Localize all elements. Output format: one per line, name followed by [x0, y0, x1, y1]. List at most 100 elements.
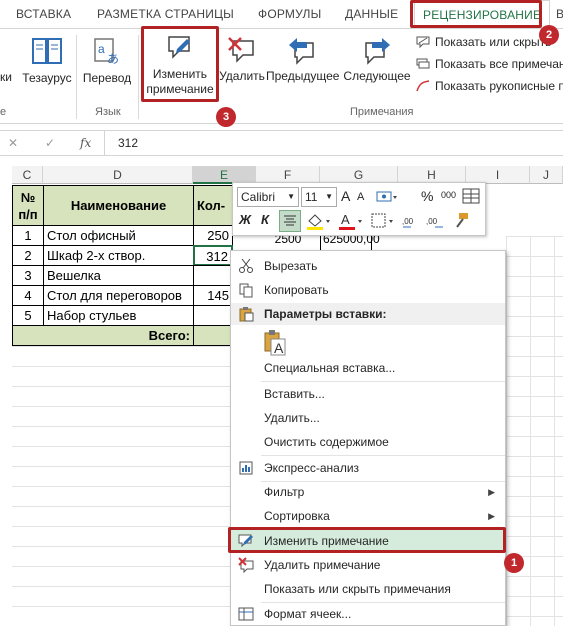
tab-view-cut[interactable]: В: [556, 7, 563, 21]
header-cell-num[interactable]: № п/п: [12, 185, 44, 226]
row-4-name[interactable]: Стол для переговоров: [43, 285, 194, 306]
formula-input[interactable]: 312: [118, 136, 138, 150]
table-format-icon[interactable]: [462, 188, 480, 204]
next-comment-button[interactable]: Следующее: [342, 35, 412, 83]
total-qty-cell[interactable]: [193, 325, 233, 346]
row-1-qty[interactable]: 250: [193, 225, 233, 246]
menu-item-filter[interactable]: Фильтр ▶: [231, 481, 505, 503]
row-3-num[interactable]: 3: [12, 265, 44, 286]
thousands-button[interactable]: 000: [441, 190, 456, 200]
menu-label: Специальная вставка...: [264, 361, 396, 375]
row-4-num[interactable]: 4: [12, 285, 44, 306]
translate-icon: a あ: [94, 38, 119, 66]
svg-text:,00: ,00: [402, 217, 414, 226]
increase-decimal-icon[interactable]: ,00: [401, 211, 421, 231]
menu-label: Показать или скрыть примечания: [264, 582, 451, 596]
row-2-name[interactable]: Шкаф 2-х створ.: [43, 245, 194, 266]
svg-text:,00: ,00: [426, 217, 438, 226]
enter-icon[interactable]: ✓: [45, 136, 55, 150]
tab-data[interactable]: ДАННЫЕ: [345, 7, 398, 21]
svg-text:A: A: [341, 212, 350, 227]
header-cell-qty[interactable]: Кол-: [193, 185, 233, 226]
italic-button[interactable]: К: [261, 212, 269, 227]
ribbon-panel: ки е Тезаурус a あ Перевод Язык Изменить …: [0, 28, 563, 124]
menu-item-delete-comment[interactable]: Удалить примечание: [231, 554, 505, 576]
row-1-num[interactable]: 1: [12, 225, 44, 246]
translate-button[interactable]: a あ Перевод: [82, 35, 132, 85]
grow-font-button[interactable]: A: [341, 188, 350, 204]
shrink-font-button[interactable]: A: [357, 191, 364, 203]
bold-button[interactable]: Ж: [239, 212, 251, 227]
row-3-qty[interactable]: [193, 265, 233, 286]
align-center-button[interactable]: [279, 210, 301, 232]
column-header-j[interactable]: J: [530, 166, 563, 184]
row-5-name[interactable]: Набор стульев: [43, 305, 194, 326]
menu-item-cut[interactable]: Вырезать: [231, 255, 505, 277]
fill-color-icon[interactable]: [305, 211, 333, 231]
menu-item-format-cells[interactable]: Формат ячеек...: [231, 603, 505, 625]
menu-item-insert[interactable]: Вставить...: [231, 383, 505, 405]
ribbon-cut-button-label[interactable]: ки: [0, 70, 12, 84]
cancel-icon[interactable]: ✕: [8, 136, 18, 150]
align-center-icon: [284, 215, 296, 226]
ribbon-cut-group-label: е: [0, 106, 7, 118]
callout-box-review-tab: [410, 0, 542, 28]
svg-text:a: a: [98, 42, 105, 56]
chevron-down-icon: ▼: [287, 192, 295, 201]
font-size-box[interactable]: 11 ▼: [301, 187, 337, 207]
callout-badge-3: 3: [216, 107, 236, 127]
callout-badge-2: 2: [539, 25, 559, 45]
menu-divider: [261, 381, 505, 382]
previous-comment-button[interactable]: Предыдущее: [266, 35, 339, 83]
row-3-name[interactable]: Вешелка: [43, 265, 194, 286]
menu-item-quick-analysis[interactable]: Экспресс-анализ: [231, 457, 505, 479]
fx-icon[interactable]: fx: [80, 136, 91, 150]
show-all-comments-command[interactable]: Показать все примечан: [416, 57, 563, 71]
font-color-icon[interactable]: A: [337, 211, 365, 231]
menu-label: Вставить...: [264, 387, 325, 401]
paste-values-icon[interactable]: A: [263, 329, 287, 357]
delete-comment-icon: [228, 37, 254, 63]
scissors-icon: [239, 258, 253, 273]
column-header-c[interactable]: C: [12, 166, 43, 184]
tab-page-layout[interactable]: РАЗМЕТКА СТРАНИЦЫ: [97, 7, 234, 21]
menu-label: Копировать: [264, 283, 329, 297]
menu-item-paste-special[interactable]: Специальная вставка...: [231, 357, 505, 379]
callout-badge-1: 1: [504, 553, 524, 573]
row-2-qty-selected[interactable]: 312: [193, 245, 233, 266]
format-painter-icon[interactable]: [451, 211, 471, 231]
callout-box-edit-comment: [141, 26, 219, 102]
borders-icon[interactable]: [369, 211, 397, 231]
ribbon-separator: [76, 35, 77, 119]
delete-comment-button[interactable]: Удалить: [218, 35, 266, 83]
header-cell-name[interactable]: Наименование: [43, 185, 194, 226]
tab-insert[interactable]: ВСТАВКА: [16, 7, 71, 21]
show-ink-command[interactable]: Показать рукописные п: [416, 79, 563, 93]
menu-item-show-hide-comments[interactable]: Показать или скрыть примечания: [231, 578, 505, 600]
formula-bar: ✕ ✓ fx 312: [0, 130, 563, 156]
row-1-f[interactable]: 2500: [256, 236, 320, 247]
menu-label: Вырезать: [264, 259, 318, 273]
thesaurus-button[interactable]: Тезаурус: [22, 35, 72, 85]
menu-item-sort[interactable]: Сортировка ▶: [231, 505, 505, 527]
decrease-decimal-icon[interactable]: ,00: [425, 211, 445, 231]
font-name-box[interactable]: Calibri ▼: [237, 187, 299, 207]
currency-format-icon[interactable]: [375, 188, 399, 206]
svg-text:あ: あ: [107, 52, 119, 66]
total-label-cell[interactable]: Всего:: [12, 325, 194, 346]
menu-item-copy[interactable]: Копировать: [231, 279, 505, 301]
percent-button[interactable]: %: [421, 188, 433, 204]
row-2-num[interactable]: 2: [12, 245, 44, 266]
show-hide-comment-command[interactable]: Показать или скрыть: [416, 35, 551, 49]
tab-formulas[interactable]: ФОРМУЛЫ: [258, 7, 321, 21]
menu-label: Фильтр: [264, 485, 305, 499]
row-1-name[interactable]: Стол офисный: [43, 225, 194, 246]
row-5-qty[interactable]: [193, 305, 233, 326]
thesaurus-label: Тезаурус: [22, 71, 72, 85]
menu-item-clear-contents[interactable]: Очистить содержимое: [231, 431, 505, 453]
row-4-qty[interactable]: 145: [193, 285, 233, 306]
menu-label: Удалить...: [264, 411, 320, 425]
row-5-num[interactable]: 5: [12, 305, 44, 326]
menu-item-delete[interactable]: Удалить...: [231, 407, 505, 429]
column-header-d[interactable]: D: [43, 166, 193, 184]
